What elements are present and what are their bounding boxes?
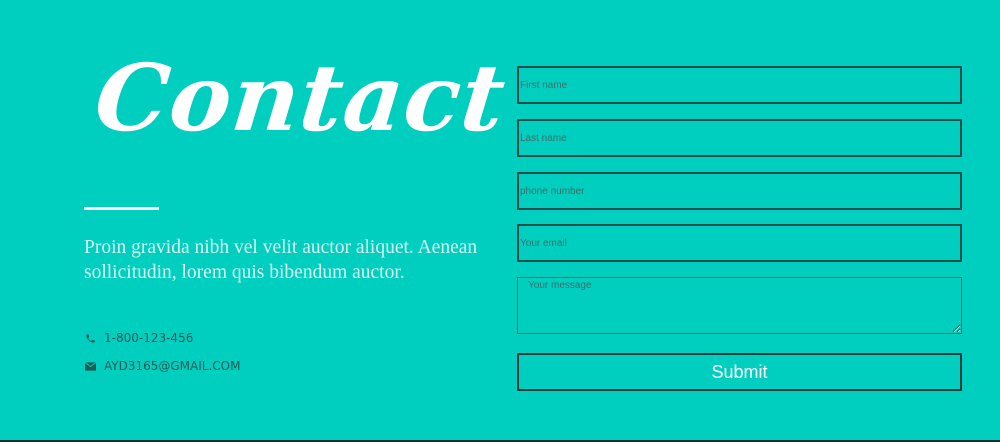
envelope-icon xyxy=(84,360,96,372)
intro-text: Proin gravida nibh vel velit auctor aliq… xyxy=(84,237,478,283)
first-name-input[interactable] xyxy=(517,66,962,104)
submit-button[interactable]: Submit xyxy=(517,353,962,391)
last-name-input[interactable] xyxy=(517,119,962,157)
email-input[interactable] xyxy=(517,224,962,262)
title-divider xyxy=(84,207,159,210)
email-contact: AYD3165@GMAIL.COM xyxy=(84,359,240,373)
phone-number: 1-800-123-456 xyxy=(104,331,194,345)
phone-icon xyxy=(84,332,96,344)
message-textarea[interactable] xyxy=(517,277,962,334)
page-title: Contact xyxy=(90,44,511,152)
phone-number-input[interactable] xyxy=(517,172,962,210)
email-address: AYD3165@GMAIL.COM xyxy=(104,359,241,373)
phone-contact: 1-800-123-456 xyxy=(84,331,193,345)
